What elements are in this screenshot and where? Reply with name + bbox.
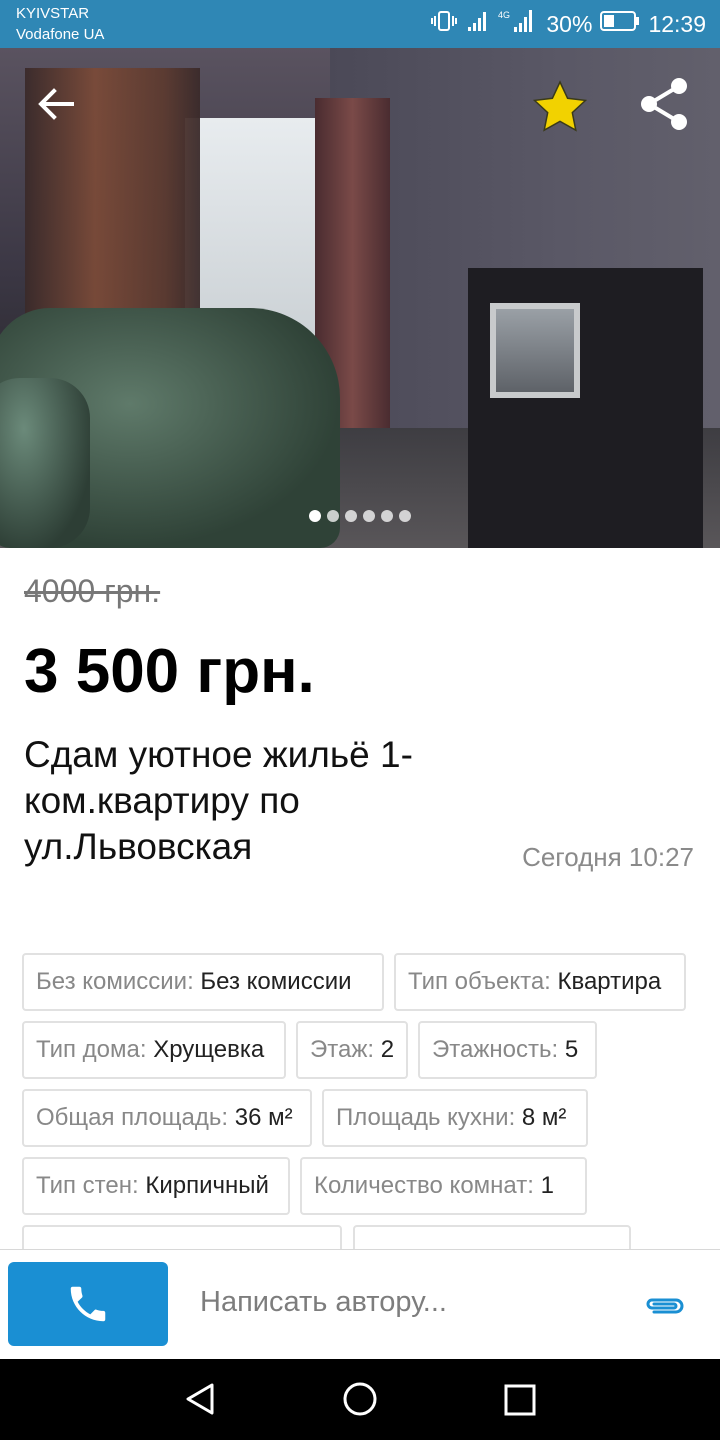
message-author-input[interactable]: Написать автору... — [200, 1286, 447, 1319]
clock: 12:39 — [648, 10, 706, 37]
old-price: 4000 грн. — [24, 573, 161, 609]
triangle-back-icon — [186, 1383, 214, 1415]
attribute-chip: Тип дома: Хрущевка — [22, 1021, 286, 1079]
photo-tv — [490, 303, 580, 398]
status-bar: KYIVSTAR Vodafone UA 4G 30% 12:39 — [0, 0, 720, 48]
battery-icon — [600, 10, 640, 38]
attribute-chip: Без комиссии: Без комиссии — [22, 953, 384, 1011]
attribute-chip: Тип стен: Кирпичный — [22, 1157, 290, 1215]
arrow-left-icon — [38, 88, 74, 120]
paperclip-icon — [646, 1298, 684, 1314]
nav-back-button[interactable] — [182, 1381, 218, 1422]
signal-4g-icon: 4G — [498, 8, 538, 40]
photo-sofa-arm — [0, 378, 90, 548]
carrier-name-2: Vodafone UA — [16, 26, 105, 43]
gallery-pagination — [0, 510, 720, 522]
price: 3 500 грн. — [24, 637, 315, 706]
carrier-name-1: KYIVSTAR — [16, 5, 90, 22]
attribute-chip: Общая площадь: 36 м² — [22, 1089, 312, 1147]
nav-recents-button[interactable] — [503, 1383, 537, 1422]
listing-date: Сегодня 10:27 — [522, 842, 694, 872]
phone-icon — [70, 1286, 106, 1322]
attribute-chip: Площадь кухни: 8 м² — [322, 1089, 588, 1147]
share-icon — [641, 78, 687, 130]
attach-button[interactable] — [640, 1288, 688, 1324]
signal-icon — [466, 9, 490, 39]
svg-text:4G: 4G — [498, 10, 510, 20]
battery-percent: 30% — [546, 10, 593, 37]
gallery-dot[interactable] — [309, 510, 321, 522]
share-button[interactable] — [632, 72, 696, 136]
call-button[interactable] — [8, 1262, 168, 1346]
listing-title: Сдам уютное жильё 1-ком.квартиру по ул.Л… — [24, 734, 413, 867]
attribute-chip: Тип объекта: Квартира — [394, 953, 686, 1011]
gallery-dot[interactable] — [327, 510, 339, 522]
gallery-dot[interactable] — [399, 510, 411, 522]
contact-action-bar: Написать автору... — [0, 1249, 720, 1359]
square-recents-icon — [504, 1384, 536, 1416]
attribute-chip: Этаж: 2 — [296, 1021, 408, 1079]
attribute-chip: Количество комнат: 1 — [300, 1157, 587, 1215]
attribute-chip: Этажность: 5 — [418, 1021, 597, 1079]
gallery-dot[interactable] — [345, 510, 357, 522]
back-button[interactable] — [30, 82, 82, 126]
circle-home-icon — [343, 1382, 377, 1416]
nav-home-button[interactable] — [342, 1381, 378, 1422]
favorite-button[interactable] — [528, 74, 592, 138]
gallery-dot[interactable] — [363, 510, 375, 522]
vibrate-icon — [430, 9, 458, 39]
star-icon — [533, 80, 587, 132]
gallery-dot[interactable] — [381, 510, 393, 522]
system-nav-bar — [0, 1359, 720, 1440]
status-icons: 4G 30% 12:39 — [430, 10, 706, 38]
listing-photo-gallery[interactable] — [0, 48, 720, 548]
